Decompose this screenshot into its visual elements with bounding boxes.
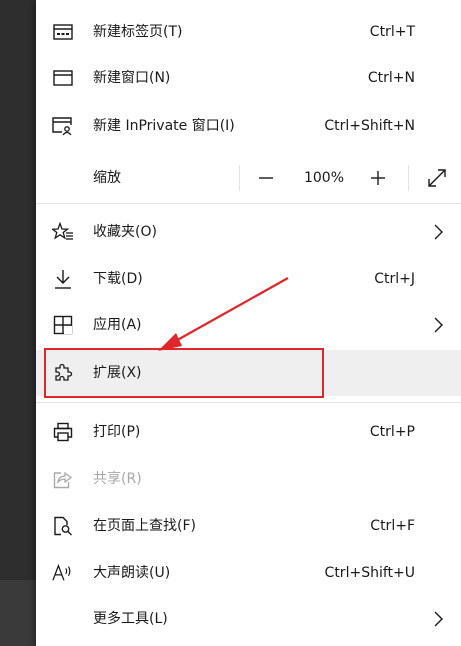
chevron-right-icon [431,316,445,334]
minus-icon [259,177,273,179]
apps-icon [52,315,74,335]
zoom-separator [408,165,409,191]
menu-item-label: 收藏夹(O) [93,224,157,240]
shortcut-text: Ctrl+T [369,24,415,40]
menu-divider [36,402,461,403]
print-icon [52,422,74,442]
new-window-icon [52,68,74,88]
shortcut-text: Ctrl+Shift+U [324,565,415,581]
inprivate-window-icon [52,116,74,136]
shortcut-text: Ctrl+P [369,424,415,440]
menu-item-read-aloud[interactable]: 大声朗读(U) Ctrl+Shift+U [36,550,461,596]
shortcut-text: Ctrl+Shift+N [324,118,415,134]
chevron-right-icon [431,610,445,628]
menu-item-label: 在页面上查找(F) [93,518,196,534]
fullscreen-expand-icon [428,169,446,187]
menu-item-label: 打印(P) [93,424,141,440]
chevron-right-icon [431,223,445,241]
annotation-highlight-box [44,348,324,398]
share-icon [52,469,74,489]
menu-item-share: 共享(R) [36,456,461,502]
menu-item-label: 更多工具(L) [93,611,168,627]
zoom-level: 100% [303,170,345,186]
zoom-in-button[interactable] [363,163,393,193]
menu-divider [36,203,461,204]
menu-item-label: 应用(A) [93,317,142,333]
menu-item-downloads[interactable]: 下载(D) Ctrl+J [36,256,461,302]
menu-item-print[interactable]: 打印(P) Ctrl+P [36,409,461,455]
menu-item-new-inprivate-window[interactable]: 新建 InPrivate 窗口(I) Ctrl+Shift+N [36,103,461,149]
menu-item-more-tools[interactable]: 更多工具(L) [36,596,461,642]
plus-icon [371,171,385,185]
zoom-out-button[interactable] [251,163,281,193]
menu-item-favorites[interactable]: 收藏夹(O) [36,209,461,255]
menu-item-label: 共享(R) [93,471,142,487]
read-aloud-icon [52,563,74,583]
shortcut-text: Ctrl+J [374,271,415,287]
menu-item-find-on-page[interactable]: 在页面上查找(F) Ctrl+F [36,503,461,549]
zoom-label: 缩放 [93,170,121,186]
zoom-separator [239,165,240,191]
menu-item-label: 新建窗口(N) [93,70,171,86]
menu-item-label: 大声朗读(U) [93,565,171,581]
menu-item-label: 下载(D) [93,271,143,287]
new-tab-icon [52,22,74,42]
menu-item-new-window[interactable]: 新建窗口(N) Ctrl+N [36,55,461,101]
favorites-icon [52,222,74,242]
browser-settings-menu: 新建标签页(T) Ctrl+T 新建窗口(N) Ctrl+N 新建 InPriv… [36,0,461,646]
menu-item-new-tab[interactable]: 新建标签页(T) Ctrl+T [36,9,461,55]
fullscreen-button[interactable] [422,163,452,193]
menu-item-zoom: 缩放 100% [36,155,461,201]
find-on-page-icon [52,516,74,536]
browser-background [0,0,36,646]
menu-item-label: 新建标签页(T) [93,24,183,40]
background-strip [0,580,36,646]
shortcut-text: Ctrl+F [370,518,415,534]
menu-item-apps[interactable]: 应用(A) [36,302,461,348]
menu-item-label: 新建 InPrivate 窗口(I) [93,118,235,134]
download-icon [52,269,74,289]
shortcut-text: Ctrl+N [367,70,415,86]
